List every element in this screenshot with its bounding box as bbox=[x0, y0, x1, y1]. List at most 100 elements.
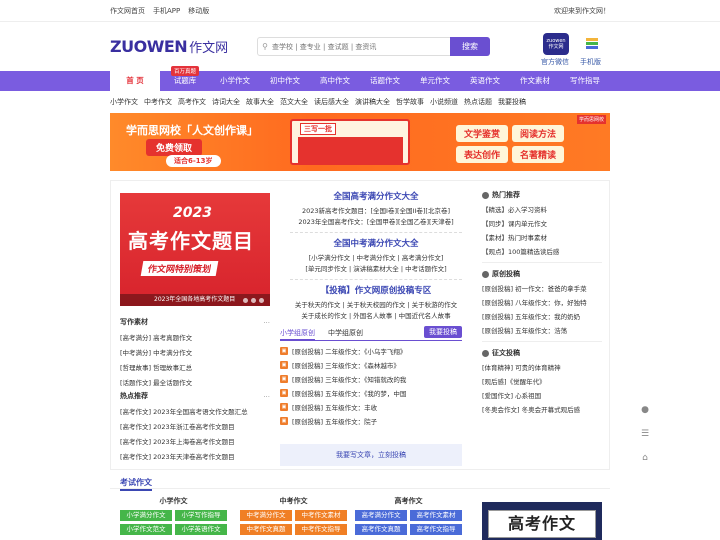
write-article-link[interactable]: 我要写文章，立刻投稿 bbox=[280, 444, 462, 466]
list-item[interactable]: [原创投稿] 五年级作文：我的奶奶 bbox=[482, 311, 602, 321]
block-line[interactable]: 关于秋天的作文 | 关于秋天校园的作文 | 关于秋游的作文 bbox=[290, 300, 462, 311]
mobile-label[interactable]: 手机版 bbox=[580, 57, 601, 67]
list-item[interactable]: [原创投稿] 初一作文：爸爸的拿手菜 bbox=[482, 283, 602, 293]
subnav-item[interactable]: 故事大全 bbox=[246, 97, 274, 107]
list-item[interactable]: [高考作文] 2023年全国高考语文作文题汇总 bbox=[120, 406, 270, 416]
exam-link[interactable]: 中考作文指导 bbox=[295, 524, 347, 535]
promo-banner[interactable]: 学而思网校「人文创作课」 免费领取 适合6-13岁 三写一批 文学鉴赏 阅读方法… bbox=[110, 113, 610, 171]
tab-secondary-original[interactable]: 中学组原创 bbox=[328, 327, 363, 339]
exam-group-primary: 小学作文 小学满分作文 小学写作指导 小学作文范文 小学英语作文 bbox=[120, 496, 227, 535]
nav-primary[interactable]: 小学作文 bbox=[210, 71, 260, 91]
site-logo[interactable]: ZUOWEN 作文网 bbox=[110, 37, 228, 56]
nav-home[interactable]: 首 页 bbox=[110, 71, 160, 91]
list-item[interactable]: [观后感]《觉醒年代》 bbox=[482, 376, 602, 386]
subnav-item[interactable]: 读后感大全 bbox=[314, 97, 349, 107]
list-item[interactable]: 【观点】100篇精选读后感 bbox=[482, 246, 602, 256]
submit-button[interactable]: 我要投稿 bbox=[424, 326, 462, 338]
nav-guide[interactable]: 写作指导 bbox=[560, 71, 610, 91]
block-line[interactable]: [单元同步作文 | 演讲稿素材大全 | 中考话题作文] bbox=[290, 264, 462, 275]
list-item[interactable]: [高考作文] 2023年浙江卷高考作文题目 bbox=[120, 421, 270, 431]
exam-link[interactable]: 中考满分作文 bbox=[240, 510, 292, 521]
poster-subtitle: 作文网特别策划 bbox=[140, 261, 219, 276]
wechat-label[interactable]: 官方微信 bbox=[541, 57, 569, 67]
list-item[interactable]: ▣ [原创投稿] 三年级作文：《森林越市》 bbox=[280, 360, 462, 370]
subnav-item[interactable]: 我要投稿 bbox=[498, 97, 526, 107]
subnav-item[interactable]: 中考作文 bbox=[144, 97, 172, 107]
block-line[interactable]: 2023年全国高考作文：[全国甲卷][全国乙卷][天津卷] bbox=[290, 217, 462, 228]
list-item[interactable]: [爱国作文] 心系祖国 bbox=[482, 390, 602, 400]
exam-link[interactable]: 高考作文指导 bbox=[410, 524, 462, 535]
app-link[interactable]: 手机APP bbox=[153, 6, 180, 16]
subnav-item[interactable]: 诗词大全 bbox=[212, 97, 240, 107]
exam-link[interactable]: 小学写作指导 bbox=[175, 510, 227, 521]
nav-unit[interactable]: 单元作文 bbox=[410, 71, 460, 91]
list-item[interactable]: ▣ [原创投稿] 五年级作文：《我的梦，中国 bbox=[280, 388, 462, 398]
list-item[interactable]: ▣ [原创投稿] 五年级作文：丰收 bbox=[280, 402, 462, 412]
list-item[interactable]: [高考作文] 2023年上海卷高考作文题目 bbox=[120, 436, 270, 446]
block-line[interactable]: 2023新高考作文题目：[全国I卷][全国II卷][北京卷] bbox=[290, 206, 462, 217]
subnav-item[interactable]: 哲学故事 bbox=[396, 97, 424, 107]
search-input[interactable] bbox=[272, 42, 450, 51]
list-item[interactable]: [原创投稿] 八年级作文：你，好独特 bbox=[482, 297, 602, 307]
more-link[interactable]: ... bbox=[263, 317, 270, 327]
subnav-item[interactable]: 小说频道 bbox=[430, 97, 458, 107]
gaokao-poster[interactable]: 高考作文 bbox=[482, 502, 602, 540]
subnav-item[interactable]: 小学作文 bbox=[110, 97, 138, 107]
mobile-qr-icon[interactable] bbox=[579, 33, 605, 55]
block-line[interactable]: [小学满分作文 | 中考满分作文 | 高考满分作文] bbox=[290, 253, 462, 264]
exam-link[interactable]: 中考作文真题 bbox=[240, 524, 292, 535]
banner-line2: 免费领取 bbox=[146, 139, 203, 156]
nav-junior[interactable]: 初中作文 bbox=[260, 71, 310, 91]
list-item[interactable]: [高考作文] 2023年天津卷高考作文题目 bbox=[120, 451, 270, 461]
list-item[interactable]: [原创投稿] 五年级作文：浩荡 bbox=[482, 325, 602, 335]
list-item[interactable]: ▣ [原创投稿] 二年级作文：《小乌字飞翔》 bbox=[280, 346, 462, 356]
list-item[interactable]: [中考满分] 中考满分作文 bbox=[120, 347, 270, 357]
list-item[interactable]: ▣ [原创投稿] 五年级作文：院子 bbox=[280, 416, 462, 426]
subnav-item[interactable]: 演讲稿大全 bbox=[355, 97, 390, 107]
article-icon: ▣ bbox=[280, 361, 288, 369]
mobile-float-icon[interactable]: ☰ bbox=[637, 426, 653, 442]
wechat-qr-icon[interactable]: zuowen 作文网 bbox=[543, 33, 569, 55]
main-content: 2023 高考作文题目 作文网特别策划 2023年全国各地高考作文题目 写作素材… bbox=[110, 180, 610, 540]
exam-link[interactable]: 高考作文素材 bbox=[410, 510, 462, 521]
divider bbox=[110, 488, 610, 489]
subnav-item[interactable]: 高考作文 bbox=[178, 97, 206, 107]
subnav-item[interactable]: 热点话题 bbox=[464, 97, 492, 107]
nav-english[interactable]: 英语作文 bbox=[460, 71, 510, 91]
feature-poster[interactable]: 2023 高考作文题目 作文网特别策划 2023年全国各地高考作文题目 bbox=[120, 193, 270, 306]
search-button[interactable]: 搜索 bbox=[450, 37, 490, 56]
carousel-dots[interactable] bbox=[243, 298, 264, 303]
list-item[interactable]: ▣ [原创投稿] 三年级作文：《知错就改的我 bbox=[280, 374, 462, 384]
group-title: 高考作文 bbox=[394, 497, 423, 505]
list-item[interactable]: [哲理故事] 哲理故事汇总 bbox=[120, 362, 270, 372]
exam-link[interactable]: 高考满分作文 bbox=[355, 510, 407, 521]
block-title[interactable]: 【投稿】作文网原创投稿专区 bbox=[290, 284, 462, 296]
wechat-float-icon[interactable]: ● bbox=[637, 402, 653, 418]
poster-year: 2023 bbox=[173, 205, 212, 221]
tab-primary-original[interactable]: 小学组原创 bbox=[280, 327, 315, 341]
block-line[interactable]: 关于成长的作文 | 外国名人故事 | 中国近代名人故事 bbox=[290, 311, 462, 322]
list-item[interactable]: [高考满分] 高考真题作文 bbox=[120, 332, 270, 342]
subnav-item[interactable]: 范文大全 bbox=[280, 97, 308, 107]
exam-link[interactable]: 小学作文范文 bbox=[120, 524, 172, 535]
exam-link[interactable]: 小学英语作文 bbox=[175, 524, 227, 535]
block-title[interactable]: 全国中考满分作文大全 bbox=[290, 237, 462, 249]
list-item[interactable]: 【同步】课内单元作文 bbox=[482, 218, 602, 228]
exam-link[interactable]: 中考作文素材 bbox=[295, 510, 347, 521]
list-item[interactable]: [话题作文] 最全话题作文 bbox=[120, 377, 270, 387]
list-item[interactable]: [体育精神] 可贵的体育精神 bbox=[482, 362, 602, 372]
list-item[interactable]: [冬奥会作文] 冬奥会开幕式观后感 bbox=[482, 404, 602, 414]
nav-material[interactable]: 作文素材 bbox=[510, 71, 560, 91]
list-item[interactable]: 【精选】必入学习资料 bbox=[482, 204, 602, 214]
list-item[interactable]: 【素材】热门时事素材 bbox=[482, 232, 602, 242]
nav-senior[interactable]: 高中作文 bbox=[310, 71, 360, 91]
mobile-link[interactable]: 移动版 bbox=[188, 6, 209, 16]
block-title[interactable]: 全国高考满分作文大全 bbox=[290, 190, 462, 202]
more-link[interactable]: ... bbox=[263, 391, 270, 401]
exam-link[interactable]: 小学满分作文 bbox=[120, 510, 172, 521]
home-link[interactable]: 作文网首页 bbox=[110, 6, 145, 16]
exam-link[interactable]: 高考作文真题 bbox=[355, 524, 407, 535]
gaokao-block: 全国高考满分作文大全 2023新高考作文题目：[全国I卷][全国II卷][北京卷… bbox=[290, 190, 462, 233]
nav-topic[interactable]: 话题作文 bbox=[360, 71, 410, 91]
back-to-top-icon[interactable]: ⌂ bbox=[637, 450, 653, 466]
